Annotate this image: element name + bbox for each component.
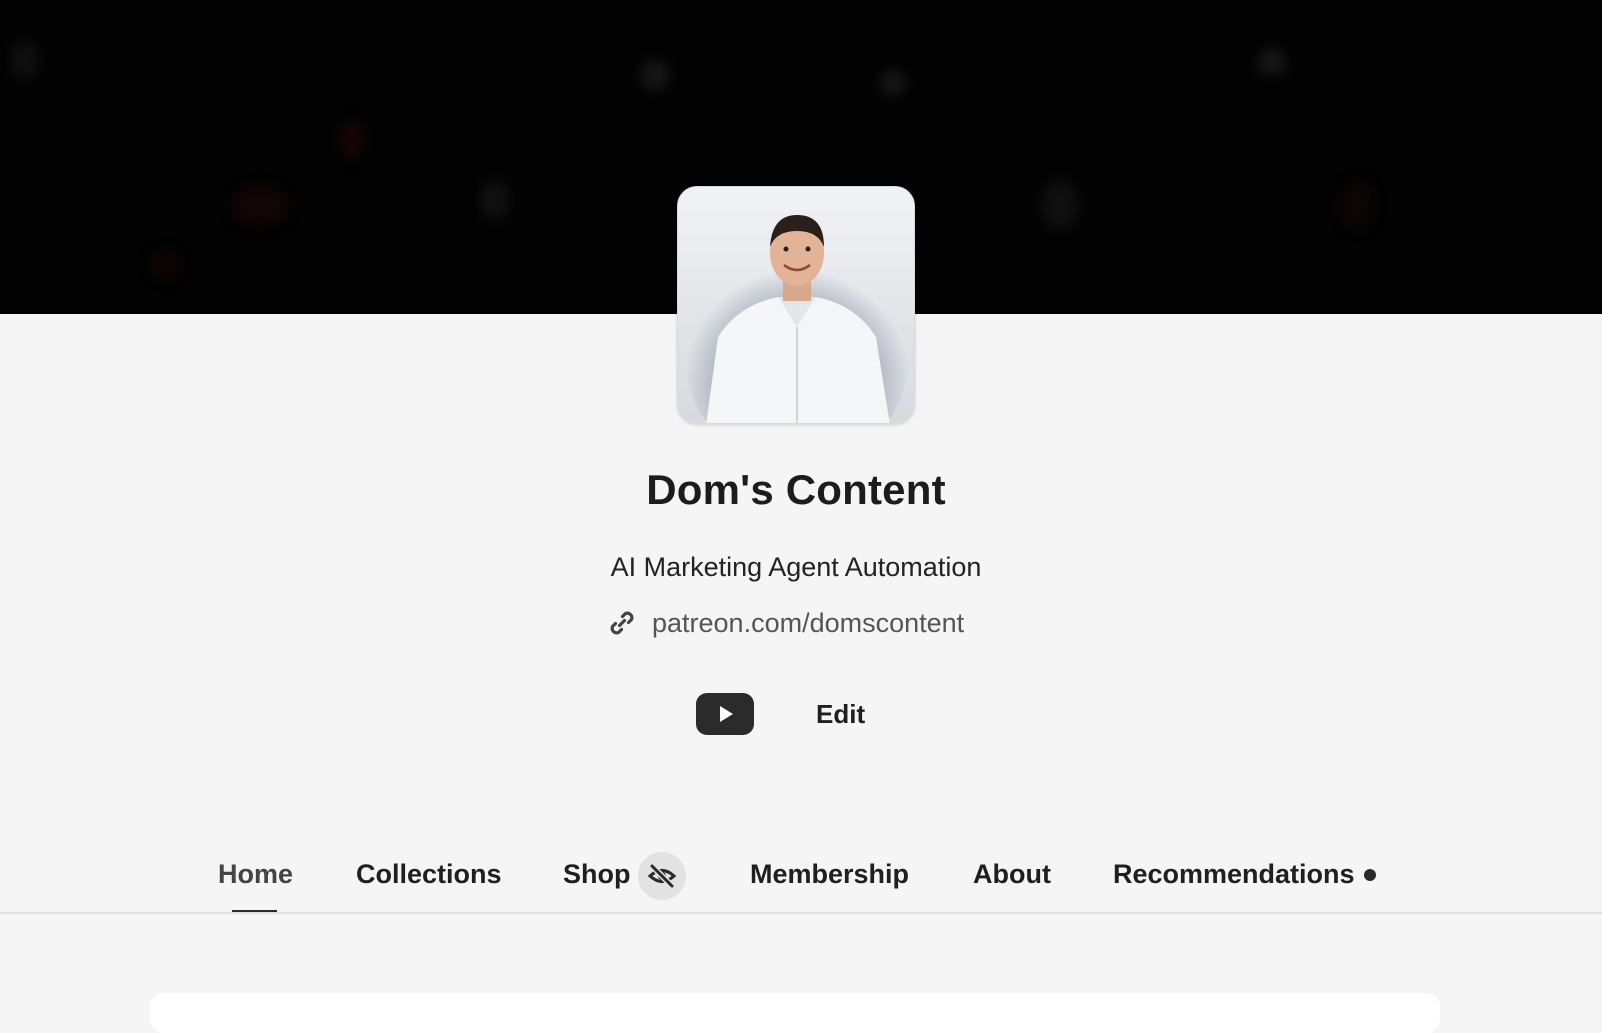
eye-off-icon[interactable] [638, 852, 686, 900]
creator-tagline: AI Marketing Agent Automation [610, 552, 982, 582]
tab-about[interactable]: About [973, 848, 1051, 914]
recommendations-indicator-dot [1364, 869, 1376, 881]
youtube-icon[interactable] [696, 693, 754, 735]
tab-membership[interactable]: Membership [750, 848, 909, 914]
creator-link[interactable]: patreon.com/domscontent [606, 605, 964, 641]
content-card [150, 993, 1440, 1033]
creator-avatar [677, 186, 915, 424]
creator-name: Dom's Content [646, 466, 946, 513]
edit-social-links-button[interactable]: Edit [816, 699, 865, 730]
creator-nav-tabs: Home Collections Shop Membership About R… [0, 848, 1602, 914]
tab-collections[interactable]: Collections [356, 848, 502, 914]
tab-recommendations[interactable]: Recommendations [1113, 848, 1355, 914]
social-links: Edit [696, 692, 865, 736]
link-icon [606, 607, 638, 639]
tab-home[interactable]: Home [218, 848, 293, 914]
tabs-divider [0, 912, 1602, 914]
creator-link-text[interactable]: patreon.com/domscontent [652, 608, 964, 639]
tab-shop[interactable]: Shop [563, 848, 631, 914]
